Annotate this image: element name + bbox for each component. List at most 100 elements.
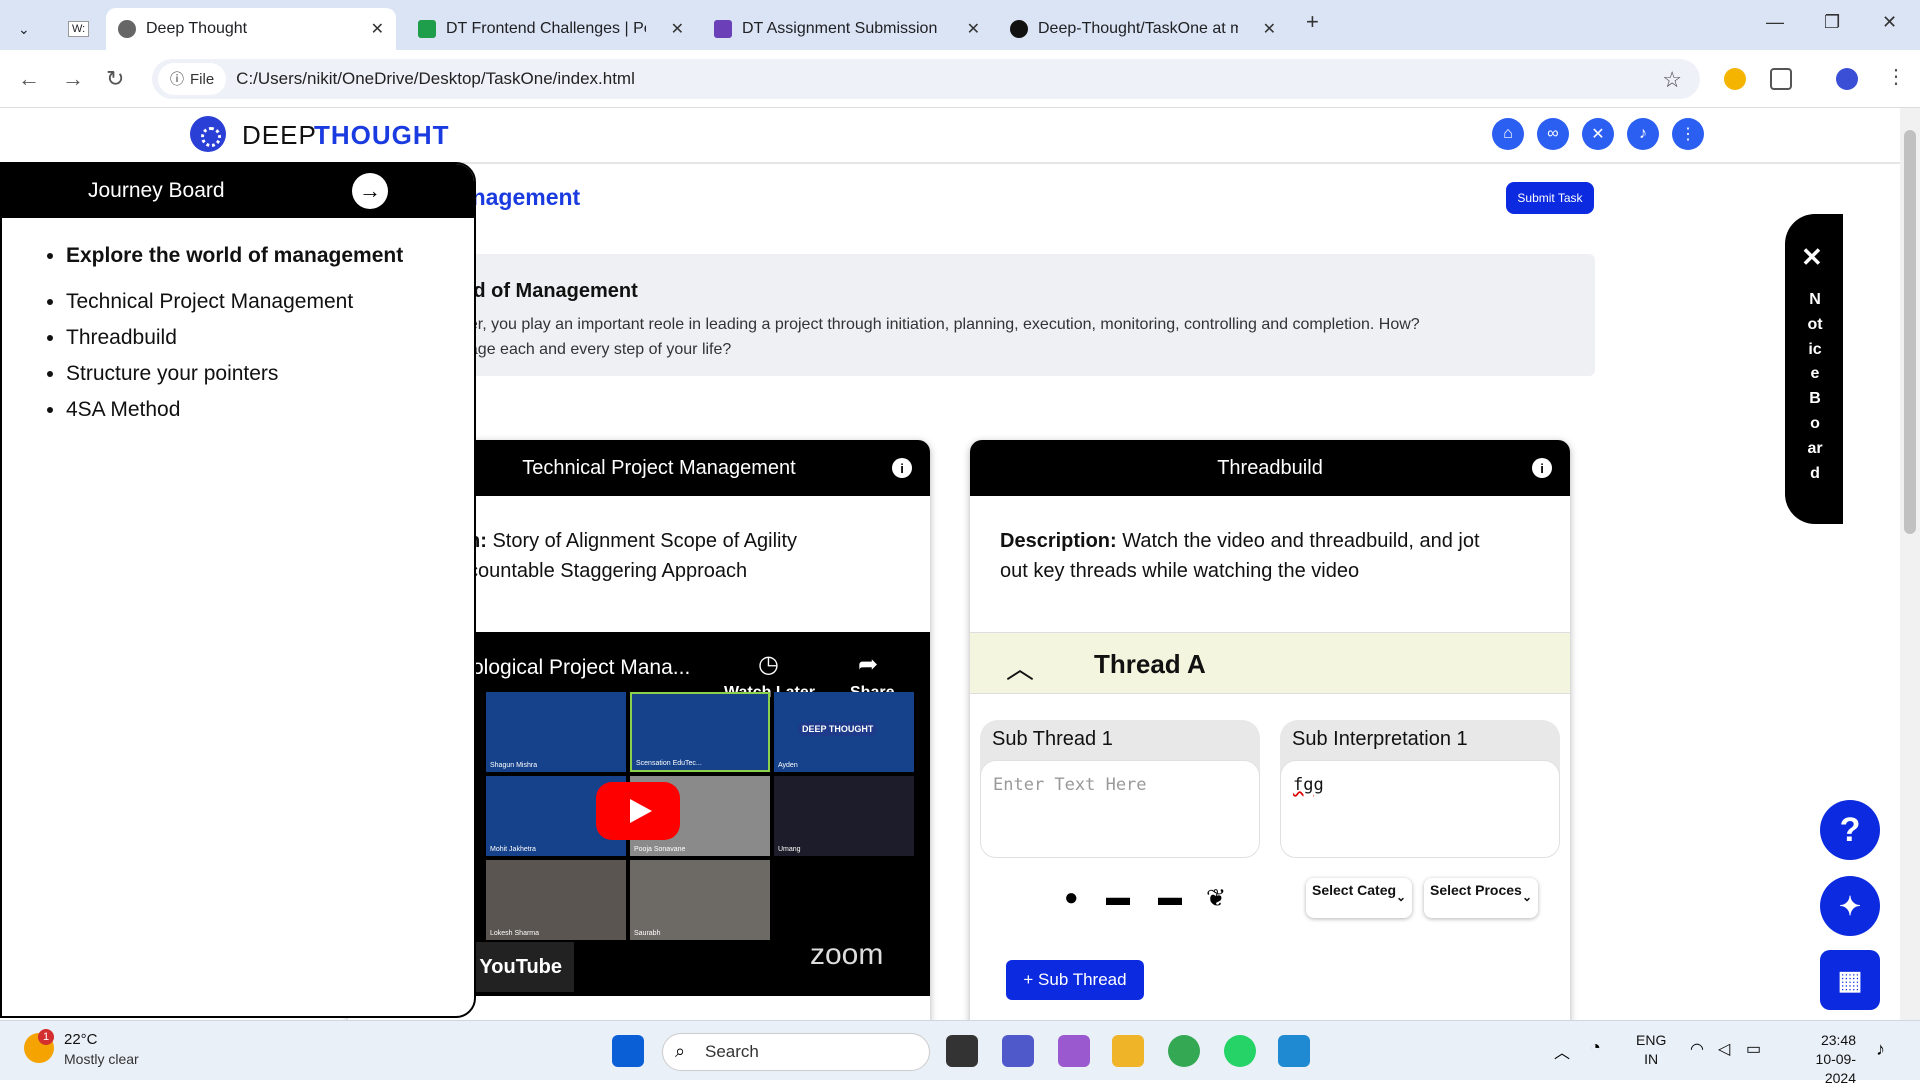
lotus-icon[interactable]: ❦ <box>1206 884 1226 913</box>
youtube-play-icon[interactable] <box>596 782 680 840</box>
sub-interpretation-input[interactable]: fgg <box>1280 760 1560 858</box>
journey-board-title: Journey Board <box>88 179 225 202</box>
url-text[interactable]: C:/Users/nikit/OneDrive/Desktop/TaskOne/… <box>236 69 635 89</box>
reload-icon[interactable]: ↻ <box>106 66 124 92</box>
close-tab-icon[interactable]: ✕ <box>671 19 684 39</box>
select-process-dropdown[interactable]: Select Proces ⌄ <box>1424 878 1538 918</box>
chevron-up-icon[interactable]: ︿ <box>1554 1039 1570 1063</box>
share-icon[interactable]: ➦ <box>858 650 878 679</box>
search-label: Search <box>705 1042 759 1061</box>
restore-icon[interactable]: ❐ <box>1824 12 1840 33</box>
journey-item[interactable]: Explore the world of management <box>66 244 474 268</box>
chat-icon[interactable]: ▬ <box>1106 884 1130 912</box>
bookmark-star-icon[interactable]: ☆ <box>1662 67 1682 93</box>
chevron-up-icon[interactable]: ︿ <box>1006 647 1034 687</box>
browser-menu-icon[interactable]: ⋮ <box>1886 64 1906 89</box>
copilot-icon[interactable] <box>1058 1035 1090 1067</box>
tab-deep-thought[interactable]: Deep Thought ✕ <box>106 8 396 50</box>
clock[interactable]: 23:48 10-09-2024 <box>1786 1031 1856 1088</box>
page-scrollbar[interactable] <box>1900 108 1920 1020</box>
whatsapp-icon[interactable] <box>1224 1035 1256 1067</box>
forward-icon[interactable]: → <box>62 66 84 92</box>
deep-thought-logo-icon <box>190 116 226 152</box>
bell-icon[interactable]: ♪ <box>1627 118 1659 150</box>
vscode-icon[interactable] <box>1278 1035 1310 1067</box>
extensions-puzzle-icon[interactable] <box>1770 68 1792 90</box>
pinned-tab[interactable]: W: <box>56 8 96 50</box>
participant-name: Ayden <box>778 762 798 769</box>
site-info-chip[interactable]: ⓘ File <box>158 63 227 95</box>
task-view-icon[interactable] <box>946 1035 978 1067</box>
battery-icon[interactable]: ▭ <box>1746 1039 1761 1059</box>
journey-item[interactable]: Technical Project Management <box>66 290 474 314</box>
sub-interpretation-label: Sub Interpretation 1 <box>1292 728 1468 750</box>
journey-item[interactable]: Threadbuild <box>66 326 474 350</box>
zoom-logo: zoom <box>810 938 884 971</box>
notification-bell-icon[interactable]: ♪ <box>1876 1039 1885 1060</box>
new-tab-button[interactable]: + <box>1306 9 1319 35</box>
scroll-thumb[interactable] <box>1904 130 1916 534</box>
language-code: ENG <box>1636 1032 1667 1048</box>
help-icon[interactable]: ? <box>1820 800 1880 860</box>
omnibox[interactable]: ⓘ File C:/Users/nikit/OneDrive/Desktop/T… <box>152 59 1700 99</box>
extension-icon[interactable] <box>1724 68 1746 90</box>
community-icon[interactable]: ✦ <box>1820 876 1880 936</box>
taskbar-search[interactable]: ⌕ Search <box>662 1033 930 1071</box>
tab-search-button[interactable]: ⌄ <box>6 8 46 50</box>
input-language[interactable]: ENG IN <box>1636 1031 1666 1069</box>
tab-dt-frontend[interactable]: DT Frontend Challenges | PeerB ✕ <box>406 8 696 50</box>
journey-item[interactable]: Structure your pointers <box>66 362 474 386</box>
minimize-icon[interactable]: — <box>1766 12 1784 33</box>
weather-badge: 1 <box>38 1029 54 1045</box>
wifi-icon[interactable]: ◠ <box>1690 1039 1704 1059</box>
calendar-icon[interactable]: ▦ <box>1820 950 1880 1010</box>
tab-dt-assignment[interactable]: DT Assignment Submission ✕ <box>702 8 992 50</box>
close-icon[interactable]: ✕ <box>1801 242 1823 273</box>
binoculars-icon[interactable]: ∞ <box>1537 118 1569 150</box>
close-tab-icon[interactable]: ✕ <box>967 19 980 39</box>
chevron-down-icon: ⌄ <box>1395 890 1406 904</box>
comment-icon[interactable]: ▬ <box>1158 884 1182 912</box>
add-sub-thread-button[interactable]: + Sub Thread <box>1006 960 1144 1000</box>
browser-tab-strip: ⌄ W: Deep Thought ✕ DT Frontend Challeng… <box>0 0 1920 50</box>
chrome-icon[interactable] <box>1168 1035 1200 1067</box>
tab-github[interactable]: Deep-Thought/TaskOne at main ✕ <box>998 8 1288 50</box>
windows-start-icon[interactable] <box>612 1035 644 1067</box>
journey-item[interactable]: 4SA Method <box>66 398 474 422</box>
bulb-icon[interactable]: ● <box>1064 884 1079 912</box>
page-viewport: DEEP THOUGHT ⌂ ∞ ✕ ♪ ⋮ ect Management Su… <box>0 108 1900 1020</box>
participant-name: Pooja Sonavane <box>634 846 686 853</box>
tools-icon[interactable]: ✕ <box>1582 118 1614 150</box>
home-icon[interactable]: ⌂ <box>1492 118 1524 150</box>
threadbuild-card: Threadbuild i Description: Watch the vid… <box>970 440 1570 1020</box>
intro-text-line: nage each and every step of your life? <box>460 341 732 358</box>
info-icon[interactable]: i <box>892 458 912 478</box>
video-participant-tile: Umang <box>774 776 914 856</box>
volume-icon[interactable]: ◁ <box>1718 1039 1730 1059</box>
description-line: out key threads while watching the video <box>1000 560 1360 582</box>
info-icon[interactable]: i <box>1532 458 1552 478</box>
deep-thought-badge: DEEP THOUGHT <box>798 722 878 736</box>
sub-interpretation-box: Sub Interpretation 1 fgg <box>1280 720 1560 858</box>
teams-icon[interactable] <box>1002 1035 1034 1067</box>
temperature: 22°C <box>64 1031 98 1048</box>
back-icon[interactable]: ← <box>18 66 40 92</box>
journey-board-panel: Journey Board → Explore the world of man… <box>0 162 476 1018</box>
select-category-dropdown[interactable]: Select Categ ⌄ <box>1306 878 1412 918</box>
sub-thread-box: Sub Thread 1 Enter Text Here <box>980 720 1260 858</box>
close-window-icon[interactable]: ✕ <box>1882 12 1897 33</box>
select-process-label: Select Proces <box>1430 882 1522 898</box>
clock-icon[interactable]: ◷ <box>758 650 779 679</box>
file-explorer-icon[interactable] <box>1112 1035 1144 1067</box>
intro-box: rld of Management ger, you play an impor… <box>400 254 1595 376</box>
close-tab-icon[interactable]: ✕ <box>371 19 384 39</box>
network-icon[interactable]: ◔ <box>1590 1037 1601 1058</box>
arrow-right-icon[interactable]: → <box>352 173 388 209</box>
sub-thread-input[interactable]: Enter Text Here <box>980 760 1260 858</box>
close-tab-icon[interactable]: ✕ <box>1263 19 1276 39</box>
profile-avatar[interactable] <box>1836 68 1858 90</box>
thread-header[interactable]: ︿ Thread A <box>970 632 1570 694</box>
more-icon[interactable]: ⋮ <box>1672 118 1704 150</box>
tab-title: Deep-Thought/TaskOne at main <box>1038 20 1238 37</box>
submit-task-button[interactable]: Submit Task <box>1506 182 1594 214</box>
